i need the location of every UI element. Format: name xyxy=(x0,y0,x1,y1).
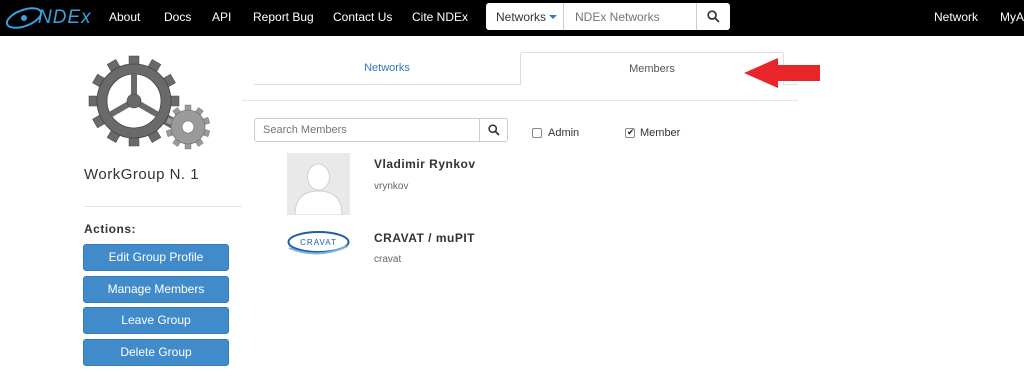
nav-api[interactable]: API xyxy=(212,10,231,24)
admin-checkbox[interactable] xyxy=(532,128,542,138)
admin-checkbox-label: Admin xyxy=(548,127,580,139)
member-username: vrynkov xyxy=(374,181,409,192)
leave-group-button[interactable]: Leave Group xyxy=(83,307,229,334)
edit-group-profile-button[interactable]: Edit Group Profile xyxy=(83,244,229,271)
cravat-logo: CRAVAT xyxy=(287,228,350,260)
group-name: WorkGroup N. 1 xyxy=(84,166,200,183)
sidebar-divider xyxy=(84,206,242,207)
nav-network[interactable]: Network xyxy=(934,10,978,24)
nav-contact-us[interactable]: Contact Us xyxy=(333,10,392,24)
member-search-button[interactable] xyxy=(479,118,508,142)
caret-down-icon xyxy=(549,15,558,19)
default-user-icon xyxy=(287,153,350,216)
tab-networks[interactable]: Networks xyxy=(254,52,520,85)
member-name[interactable]: Vladimir Rynkov xyxy=(374,157,476,171)
member-search-input[interactable] xyxy=(254,118,480,142)
member-username: cravat xyxy=(374,254,402,265)
nav-report-bug[interactable]: Report Bug xyxy=(253,10,314,24)
manage-members-button[interactable]: Manage Members xyxy=(83,276,229,303)
cravat-logo-text: CRAVAT xyxy=(300,238,337,247)
ndex-logo[interactable]: NDEx xyxy=(4,4,96,32)
brand-name: NDEx xyxy=(38,7,92,28)
network-search-group: Networks xyxy=(486,3,730,30)
nav-my-account[interactable]: MyA xyxy=(1000,10,1024,24)
nav-about[interactable]: About xyxy=(109,10,140,24)
search-icon xyxy=(487,124,500,136)
member-name[interactable]: CRAVAT / muPIT xyxy=(374,231,475,245)
search-type-dropdown[interactable]: Networks xyxy=(486,3,564,30)
nav-docs[interactable]: Docs xyxy=(164,10,191,24)
member-avatar[interactable]: CRAVAT xyxy=(287,228,350,260)
member-checkbox-label: Member xyxy=(640,127,681,139)
delete-group-button[interactable]: Delete Group xyxy=(83,339,229,366)
network-search-button[interactable] xyxy=(696,3,730,30)
search-icon xyxy=(707,10,720,23)
gears-icon xyxy=(88,55,211,150)
group-image xyxy=(84,53,242,157)
red-arrow-icon xyxy=(744,58,820,88)
member-checkbox[interactable]: ✔ xyxy=(625,127,635,138)
actions-title: Actions: xyxy=(84,222,136,236)
content-divider xyxy=(242,100,798,101)
network-search-input[interactable] xyxy=(565,3,695,30)
top-navbar: NDEx About Docs API Report Bug Contact U… xyxy=(0,0,1024,36)
member-avatar[interactable] xyxy=(287,153,350,216)
checkmark-icon: ✔ xyxy=(627,127,635,137)
nav-cite-ndex[interactable]: Cite NDEx xyxy=(412,10,468,24)
search-type-label: Networks xyxy=(496,10,547,24)
